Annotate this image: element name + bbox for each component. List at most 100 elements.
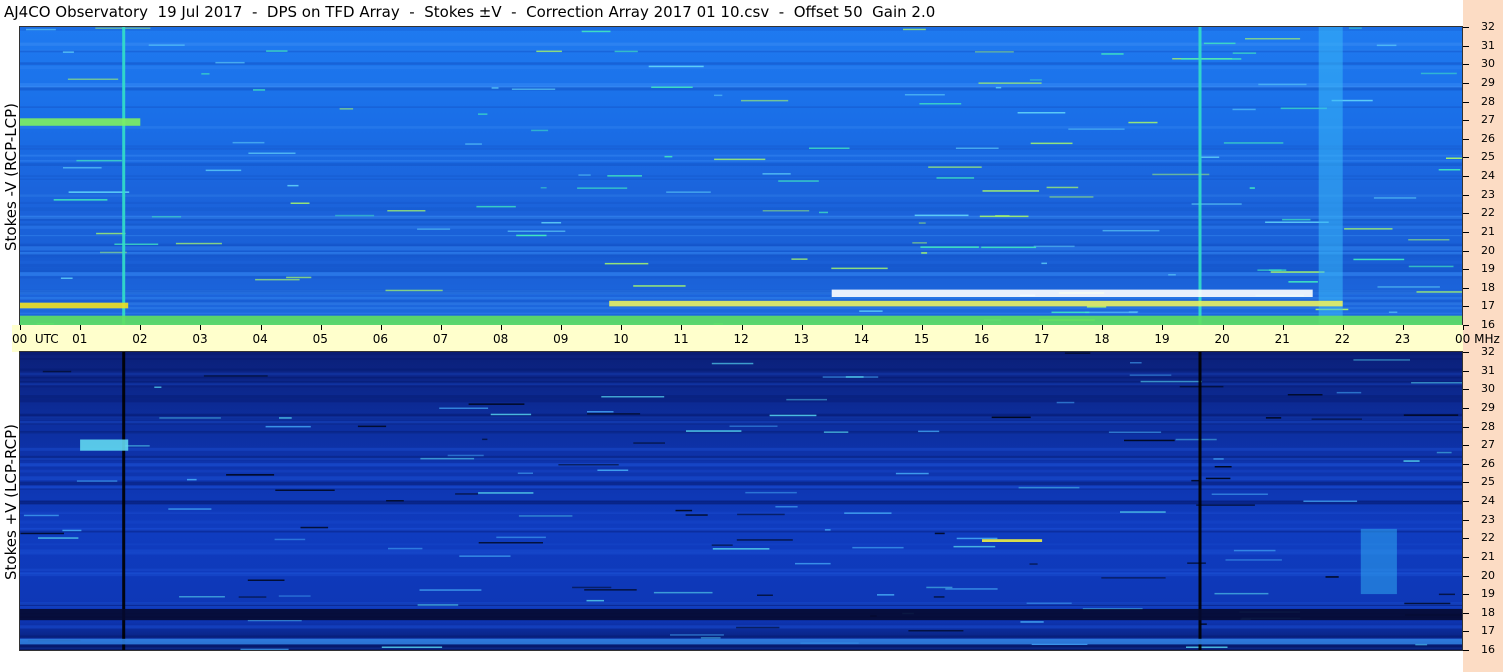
texture-streak (1017, 112, 1066, 114)
time-tick-label: 09 (553, 332, 569, 346)
texture-streak (1232, 108, 1256, 111)
texture-band (20, 602, 1463, 605)
texture-streak (1268, 269, 1287, 271)
texture-band (20, 147, 1463, 150)
texture-streak (1344, 228, 1393, 230)
texture-streak (286, 276, 312, 279)
texture-streak (1128, 121, 1158, 124)
texture-streak (584, 589, 637, 591)
texture-streak (287, 184, 299, 187)
texture-streak (1029, 563, 1038, 565)
texture-streak (685, 514, 708, 516)
texture-streak (1101, 53, 1124, 55)
texture-streak (148, 44, 185, 46)
freq-tick (1463, 594, 1469, 596)
freq-tick-label: 25 (1481, 150, 1495, 164)
texture-streak (496, 536, 546, 539)
texture-streak (651, 86, 693, 88)
time-tick (681, 325, 683, 330)
texture-streak (1191, 479, 1199, 482)
texture-streak (736, 626, 780, 629)
texture-streak (60, 277, 73, 279)
freq-tick-label: 19 (1481, 587, 1495, 601)
time-tick-label: 10 (613, 332, 629, 346)
texture-streak (53, 199, 108, 201)
texture-streak (1175, 438, 1217, 441)
freq-tick-label: 26 (1481, 131, 1495, 145)
texture-streak (918, 222, 926, 224)
time-tick-label: 03 (192, 332, 208, 346)
texture-streak (607, 175, 642, 177)
texture-streak (741, 99, 789, 102)
time-tick-label: 06 (372, 332, 389, 346)
texture-streak (558, 464, 619, 466)
texture-band (20, 415, 1463, 419)
texture-band (20, 307, 1463, 310)
freq-tick (1463, 250, 1469, 252)
texture-streak (831, 267, 888, 270)
texture-streak (978, 82, 1042, 84)
texture-streak (175, 242, 222, 245)
time-tick (741, 325, 743, 330)
texture-streak (1336, 391, 1362, 394)
texture-streak (62, 529, 82, 532)
freq-tick (1463, 101, 1469, 103)
freq-tick (1463, 426, 1469, 428)
texture-streak (1211, 493, 1268, 495)
texture-band (20, 49, 1463, 51)
freq-tick (1463, 194, 1469, 196)
texture-band (20, 250, 1463, 252)
texture-streak (1404, 602, 1451, 605)
texture-streak (737, 513, 785, 516)
texture-band (20, 377, 1463, 379)
texture-streak (1214, 466, 1232, 468)
freq-tick-label: 16 (1481, 318, 1495, 331)
emission-feature (122, 352, 126, 650)
texture-streak (1270, 271, 1325, 273)
texture-streak (666, 191, 711, 193)
freq-tick (1463, 45, 1469, 47)
time-tick (320, 325, 322, 330)
time-tick-label: 13 (793, 332, 809, 346)
texture-streak (1181, 58, 1242, 60)
texture-streak (823, 431, 849, 433)
texture-streak (1376, 44, 1397, 47)
texture-band (20, 469, 1463, 473)
texture-streak (1187, 562, 1206, 564)
texture-streak (712, 548, 770, 550)
texture-streak (205, 169, 242, 172)
texture-streak (1205, 477, 1231, 480)
texture-band (20, 457, 1463, 460)
texture-streak (1373, 197, 1417, 199)
freq-tick-label: 22 (1481, 206, 1495, 220)
time-tick (921, 325, 923, 330)
texture-streak (1046, 186, 1079, 189)
texture-streak (76, 159, 122, 162)
time-tick-label: 08 (493, 332, 509, 346)
time-tick-label: 07 (432, 332, 449, 346)
texture-streak (215, 61, 245, 64)
texture-streak (20, 532, 64, 535)
freq-tick (1463, 176, 1469, 177)
freq-tick-label: 17 (1481, 624, 1495, 638)
freq-tick (1463, 501, 1469, 502)
texture-streak (714, 158, 766, 161)
texture-streak (1311, 418, 1362, 420)
texture-streak (1064, 352, 1091, 354)
texture-streak (1196, 504, 1255, 506)
texture-streak (517, 472, 533, 474)
texture-streak (920, 246, 979, 248)
texture-streak (904, 94, 945, 96)
texture-band (20, 247, 1463, 251)
freq-tick-label: 22 (1481, 531, 1495, 545)
texture-streak (300, 526, 329, 529)
freq-tick (1463, 157, 1469, 159)
freq-tick-label: 20 (1481, 243, 1495, 257)
texture-band (20, 511, 1463, 514)
texture-streak (203, 375, 268, 377)
emission-feature (20, 315, 1463, 325)
texture-band (20, 382, 1463, 385)
texture-streak (417, 228, 451, 230)
freq-tick (1463, 213, 1469, 215)
time-tick-label: 15 (913, 332, 930, 346)
